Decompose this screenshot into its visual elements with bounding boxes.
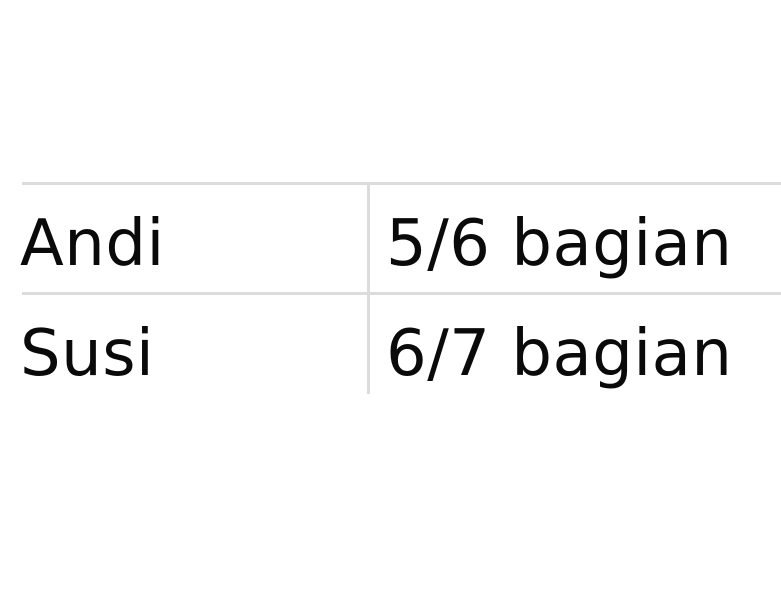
table-top-border [22, 182, 781, 185]
row-divider [22, 292, 781, 295]
row-2-name-cell: Susi [20, 317, 155, 391]
column-divider [367, 182, 370, 394]
row-1-value-cell: 5/6 bagian [386, 207, 733, 281]
data-table: Andi 5/6 bagian Susi 6/7 bagian [0, 0, 781, 615]
row-1-name-cell: Andi [20, 207, 165, 281]
row-2-value-cell: 6/7 bagian [386, 317, 733, 391]
